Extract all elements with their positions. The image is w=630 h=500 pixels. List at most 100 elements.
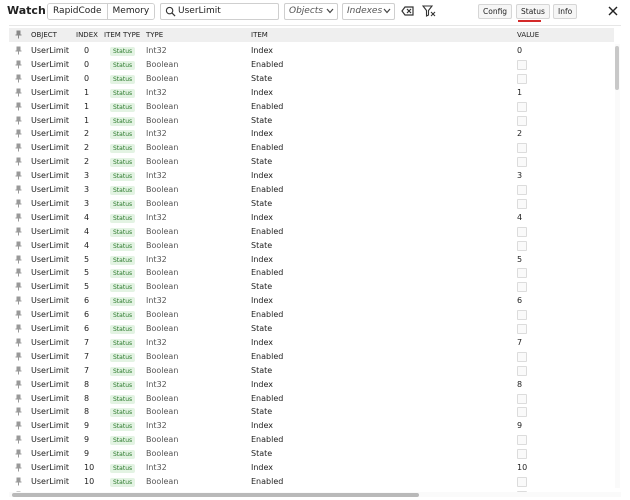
- table-row[interactable]: UserLimit 2 Status Boolean Enabled: [9, 141, 614, 155]
- table-row[interactable]: UserLimit 1 Status Boolean Enabled: [9, 100, 614, 114]
- pin-icon[interactable]: [15, 213, 22, 222]
- header-type[interactable]: TYPE: [146, 31, 163, 39]
- value-checkbox[interactable]: [517, 185, 527, 195]
- value-checkbox[interactable]: [517, 476, 527, 487]
- table-row[interactable]: UserLimit 5 Status Int32 Index 5: [9, 253, 614, 267]
- table-row[interactable]: UserLimit 9 Status Boolean State: [9, 447, 614, 461]
- table-row[interactable]: UserLimit 4 Status Boolean State: [9, 239, 614, 253]
- clear-filter-icon[interactable]: [422, 4, 436, 18]
- value-checkbox[interactable]: [517, 365, 527, 376]
- table-row[interactable]: UserLimit 8 Status Boolean State: [9, 405, 614, 419]
- pin-icon[interactable]: [15, 449, 22, 458]
- value-checkbox[interactable]: [517, 449, 527, 460]
- table-row[interactable]: UserLimit 0 Status Boolean Enabled: [9, 58, 614, 72]
- pin-icon[interactable]: [15, 296, 22, 305]
- value-checkbox[interactable]: [517, 435, 527, 446]
- table-row[interactable]: UserLimit 8 Status Boolean Enabled: [9, 392, 614, 406]
- header-index[interactable]: INDEX: [76, 31, 98, 39]
- pin-icon[interactable]: [15, 352, 22, 361]
- value-checkbox[interactable]: [517, 393, 527, 404]
- table-row[interactable]: UserLimit 1 Status Int32 Index 1: [9, 86, 614, 100]
- segment-rapidcode[interactable]: RapidCode: [48, 4, 108, 19]
- table-row[interactable]: UserLimit 10 Status Boolean Enabled: [9, 475, 614, 489]
- table-row[interactable]: UserLimit 6 Status Boolean State: [9, 322, 614, 336]
- value-checkbox[interactable]: [517, 268, 527, 279]
- pin-icon[interactable]: [15, 338, 22, 347]
- table-row[interactable]: UserLimit 5 Status Boolean Enabled: [9, 266, 614, 280]
- table-row[interactable]: UserLimit 4 Status Boolean Enabled: [9, 225, 614, 239]
- pin-icon[interactable]: [15, 185, 22, 194]
- config-button[interactable]: Config: [478, 4, 513, 19]
- value-checkbox[interactable]: [517, 324, 527, 334]
- objects-dropdown[interactable]: Objects: [284, 3, 338, 20]
- table-row[interactable]: UserLimit 9 Status Boolean Enabled: [9, 433, 614, 447]
- info-button[interactable]: Info: [553, 4, 578, 19]
- value-checkbox[interactable]: [517, 73, 527, 84]
- table-row[interactable]: UserLimit 2 Status Boolean State: [9, 155, 614, 169]
- value-checkbox[interactable]: [517, 157, 527, 168]
- status-button[interactable]: Status: [516, 4, 550, 19]
- pin-icon[interactable]: [15, 30, 22, 39]
- pin-icon[interactable]: [15, 463, 22, 472]
- value-checkbox[interactable]: [517, 226, 527, 237]
- pin-icon[interactable]: [15, 435, 22, 444]
- pin-icon[interactable]: [15, 116, 22, 125]
- value-checkbox[interactable]: [517, 310, 527, 321]
- table-row[interactable]: UserLimit 6 Status Boolean Enabled: [9, 308, 614, 322]
- pin-icon[interactable]: [15, 477, 22, 486]
- pin-icon[interactable]: [15, 143, 22, 152]
- pin-icon[interactable]: [15, 282, 22, 291]
- table-row[interactable]: UserLimit 2 Status Int32 Index 2: [9, 127, 614, 141]
- segment-memory[interactable]: Memory: [107, 4, 155, 19]
- table-row[interactable]: UserLimit 7 Status Boolean Enabled: [9, 350, 614, 364]
- horizontal-scrollbar-thumb[interactable]: [12, 493, 419, 497]
- value-checkbox[interactable]: [517, 240, 527, 251]
- table-row[interactable]: UserLimit 3 Status Boolean State: [9, 197, 614, 211]
- value-checkbox[interactable]: [517, 198, 527, 209]
- pin-icon[interactable]: [15, 241, 22, 250]
- pin-icon[interactable]: [15, 129, 22, 138]
- pin-icon[interactable]: [15, 60, 22, 69]
- table-row[interactable]: UserLimit 3 Status Int32 Index 3: [9, 169, 614, 183]
- value-checkbox[interactable]: [517, 143, 527, 154]
- table-row[interactable]: UserLimit 5 Status Boolean State: [9, 280, 614, 294]
- value-checkbox[interactable]: [517, 101, 527, 112]
- pin-icon[interactable]: [15, 88, 22, 97]
- pin-icon[interactable]: [15, 310, 22, 319]
- value-checkbox[interactable]: [517, 115, 527, 126]
- pin-icon[interactable]: [15, 394, 22, 403]
- header-value[interactable]: VALUE: [517, 31, 539, 39]
- table-row[interactable]: UserLimit 8 Status Int32 Index 8: [9, 378, 614, 392]
- value-checkbox[interactable]: [517, 351, 527, 362]
- search-input[interactable]: UserLimit: [160, 3, 279, 20]
- pin-icon[interactable]: [15, 171, 22, 180]
- table-row[interactable]: UserLimit 1 Status Boolean State: [9, 114, 614, 128]
- value-checkbox[interactable]: [517, 59, 527, 70]
- pin-icon[interactable]: [15, 324, 22, 333]
- pin-icon[interactable]: [15, 157, 22, 166]
- table-row[interactable]: UserLimit 3 Status Boolean Enabled: [9, 183, 614, 197]
- header-object[interactable]: OBJECT: [31, 31, 57, 39]
- table-row[interactable]: UserLimit 4 Status Int32 Index 4: [9, 211, 614, 225]
- header-item-type[interactable]: ITEM TYPE: [104, 31, 140, 39]
- pin-icon[interactable]: [15, 268, 22, 277]
- table-row[interactable]: UserLimit 7 Status Int32 Index 7: [9, 336, 614, 350]
- pin-icon[interactable]: [15, 74, 22, 83]
- vertical-scrollbar-thumb[interactable]: [615, 46, 619, 90]
- pin-icon[interactable]: [15, 407, 22, 416]
- pin-icon[interactable]: [15, 227, 22, 236]
- table-row[interactable]: UserLimit 7 Status Boolean State: [9, 364, 614, 378]
- value-checkbox[interactable]: [517, 407, 527, 418]
- clear-input-icon[interactable]: [401, 4, 415, 18]
- indexes-dropdown[interactable]: Indexes: [342, 3, 395, 20]
- vertical-scrollbar-track[interactable]: [615, 44, 620, 488]
- pin-icon[interactable]: [15, 380, 22, 389]
- pin-icon[interactable]: [15, 102, 22, 111]
- header-item[interactable]: ITEM: [251, 31, 268, 39]
- table-row[interactable]: UserLimit 0 Status Int32 Index 0: [9, 44, 614, 58]
- table-row[interactable]: UserLimit 6 Status Int32 Index 6: [9, 294, 614, 308]
- pin-icon[interactable]: [15, 366, 22, 375]
- table-row[interactable]: UserLimit 9 Status Int32 Index 9: [9, 419, 614, 433]
- table-row[interactable]: UserLimit 0 Status Boolean State: [9, 72, 614, 86]
- pin-icon[interactable]: [15, 421, 22, 430]
